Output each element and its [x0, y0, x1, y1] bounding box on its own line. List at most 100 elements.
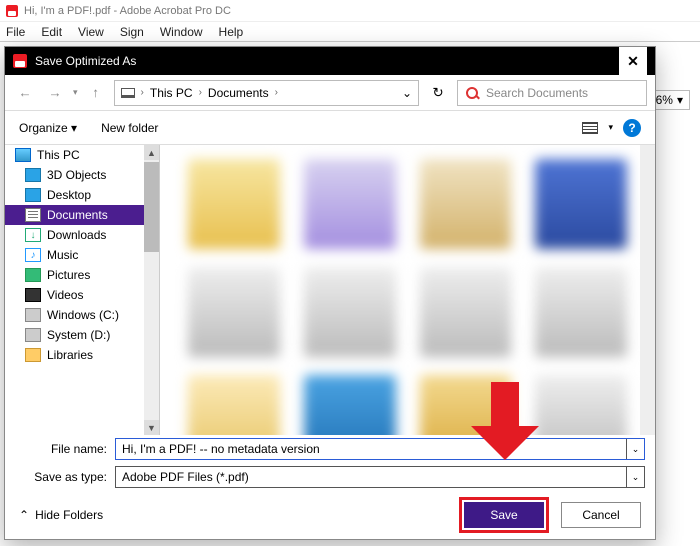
- folder-icon: [25, 348, 41, 362]
- tree-item-system-d-[interactable]: System (D:): [5, 325, 159, 345]
- monitor-icon: [121, 88, 135, 98]
- tree-item-this-pc[interactable]: This PC: [5, 145, 159, 165]
- filename-dropdown-icon[interactable]: ⌄: [626, 439, 644, 459]
- dialog-titlebar: Save Optimized As ✕: [5, 47, 655, 75]
- pc-icon: [15, 148, 31, 162]
- saveastype-label: Save as type:: [15, 470, 107, 484]
- dialog-footer: ⌃ Hide Folders Save Cancel: [5, 491, 655, 539]
- filename-combo[interactable]: ⌄: [115, 438, 645, 460]
- scroll-thumb[interactable]: [144, 162, 159, 252]
- close-button[interactable]: ✕: [619, 47, 647, 75]
- menu-edit[interactable]: Edit: [41, 25, 62, 39]
- breadcrumb-folder[interactable]: Documents: [208, 86, 269, 100]
- tree-item-label: 3D Objects: [47, 168, 106, 182]
- tree-item-label: Videos: [47, 288, 83, 302]
- pdf-app-icon: [6, 5, 18, 17]
- list-item[interactable]: [535, 267, 627, 357]
- list-item[interactable]: [420, 267, 512, 357]
- list-item[interactable]: [188, 375, 280, 435]
- scroll-down-icon[interactable]: ▼: [144, 420, 159, 435]
- tree-item-windows-c-[interactable]: Windows (C:): [5, 305, 159, 325]
- tree-item-label: Windows (C:): [47, 308, 119, 322]
- breadcrumb-controls: ⌄: [402, 86, 412, 100]
- filename-row: File name: ⌄: [5, 435, 655, 463]
- list-item[interactable]: [304, 375, 396, 435]
- menu-sign[interactable]: Sign: [120, 25, 144, 39]
- view-list-icon[interactable]: [582, 122, 598, 134]
- tree-item-music[interactable]: Music: [5, 245, 159, 265]
- tree-item-label: Documents: [47, 208, 108, 222]
- search-icon: [466, 87, 478, 99]
- chevron-down-icon[interactable]: ⌄: [402, 86, 412, 100]
- dialog-title: Save Optimized As: [35, 54, 136, 68]
- forward-button[interactable]: →: [43, 81, 67, 105]
- folder-tree: This PC 3D Objects Desktop Documents Downloa…: [5, 145, 160, 435]
- nav-row: ← → ▾ ↑ › This PC › Documents › ⌄ ↻ Sear…: [5, 75, 655, 111]
- list-item[interactable]: [535, 159, 627, 249]
- tree-item-label: Libraries: [47, 348, 93, 362]
- tree-item-label: Desktop: [47, 188, 91, 202]
- save-dialog: Save Optimized As ✕ ← → ▾ ↑ › This PC › …: [4, 46, 656, 540]
- back-button[interactable]: ←: [13, 81, 37, 105]
- chevron-down-icon[interactable]: ▾: [608, 122, 613, 133]
- tree-item-label: System (D:): [47, 328, 110, 342]
- up-button[interactable]: ↑: [84, 81, 108, 105]
- hide-folders-label: Hide Folders: [35, 508, 103, 522]
- tree-item-videos[interactable]: Videos: [5, 285, 159, 305]
- drive-icon: [25, 308, 41, 322]
- tree-item-3d-objects[interactable]: 3D Objects: [5, 165, 159, 185]
- doc-icon: [25, 208, 41, 222]
- tree-item-documents[interactable]: Documents: [5, 205, 159, 225]
- chevron-right-icon: ›: [275, 87, 278, 98]
- menu-view[interactable]: View: [78, 25, 104, 39]
- menu-help[interactable]: Help: [219, 25, 244, 39]
- help-icon[interactable]: ?: [623, 119, 641, 137]
- scroll-up-icon[interactable]: ▲: [144, 145, 159, 160]
- list-item[interactable]: [420, 375, 512, 435]
- menu-file[interactable]: File: [6, 25, 25, 39]
- refresh-button[interactable]: ↻: [425, 80, 451, 106]
- tree-item-pictures[interactable]: Pictures: [5, 265, 159, 285]
- dl-icon: [25, 228, 41, 242]
- search-placeholder: Search Documents: [486, 86, 588, 100]
- content-scrollbar[interactable]: [640, 145, 655, 435]
- chevron-right-icon: ›: [199, 87, 202, 98]
- list-item[interactable]: [535, 375, 627, 435]
- host-zoom-value: 6%: [656, 93, 673, 107]
- filename-input[interactable]: [116, 439, 626, 459]
- list-item[interactable]: [420, 159, 512, 249]
- view-options: ▾ ?: [582, 119, 641, 137]
- menu-window[interactable]: Window: [160, 25, 203, 39]
- tree-scrollbar[interactable]: ▲ ▼: [144, 145, 159, 435]
- search-input[interactable]: Search Documents: [457, 80, 647, 106]
- tree-item-downloads[interactable]: Downloads: [5, 225, 159, 245]
- list-item[interactable]: [188, 159, 280, 249]
- filename-label: File name:: [15, 442, 107, 456]
- desk-icon: [25, 188, 41, 202]
- cube-icon: [25, 168, 41, 182]
- list-item[interactable]: [304, 267, 396, 357]
- breadcrumb[interactable]: › This PC › Documents › ⌄: [114, 80, 419, 106]
- new-folder-button[interactable]: New folder: [101, 121, 158, 135]
- host-titlebar: Hi, I'm a PDF!.pdf - Adobe Acrobat Pro D…: [0, 0, 700, 22]
- list-item[interactable]: [188, 267, 280, 357]
- recent-dropdown-icon[interactable]: ▾: [73, 87, 78, 98]
- tree-item-label: Music: [47, 248, 78, 262]
- chevron-up-icon: ⌃: [19, 508, 29, 522]
- annotation-save-highlight: Save: [459, 497, 549, 533]
- tree-item-libraries[interactable]: Libraries: [5, 345, 159, 365]
- toolbar-row: Organize ▾ New folder ▾ ?: [5, 111, 655, 145]
- chevron-right-icon: ›: [141, 87, 144, 98]
- tree-item-desktop[interactable]: Desktop: [5, 185, 159, 205]
- saveastype-combo[interactable]: Adobe PDF Files (*.pdf) ⌄: [115, 466, 645, 488]
- saveastype-dropdown-icon[interactable]: ⌄: [626, 467, 644, 487]
- cancel-button[interactable]: Cancel: [561, 502, 641, 528]
- chevron-down-icon: ▾: [677, 93, 683, 107]
- save-button[interactable]: Save: [464, 502, 544, 528]
- list-item[interactable]: [304, 159, 396, 249]
- breadcrumb-root[interactable]: This PC: [150, 86, 193, 100]
- file-list[interactable]: [160, 145, 655, 435]
- hide-folders-button[interactable]: ⌃ Hide Folders: [19, 508, 103, 522]
- organize-button[interactable]: Organize ▾: [19, 121, 77, 135]
- dialog-body: This PC 3D Objects Desktop Documents Downloa…: [5, 145, 655, 435]
